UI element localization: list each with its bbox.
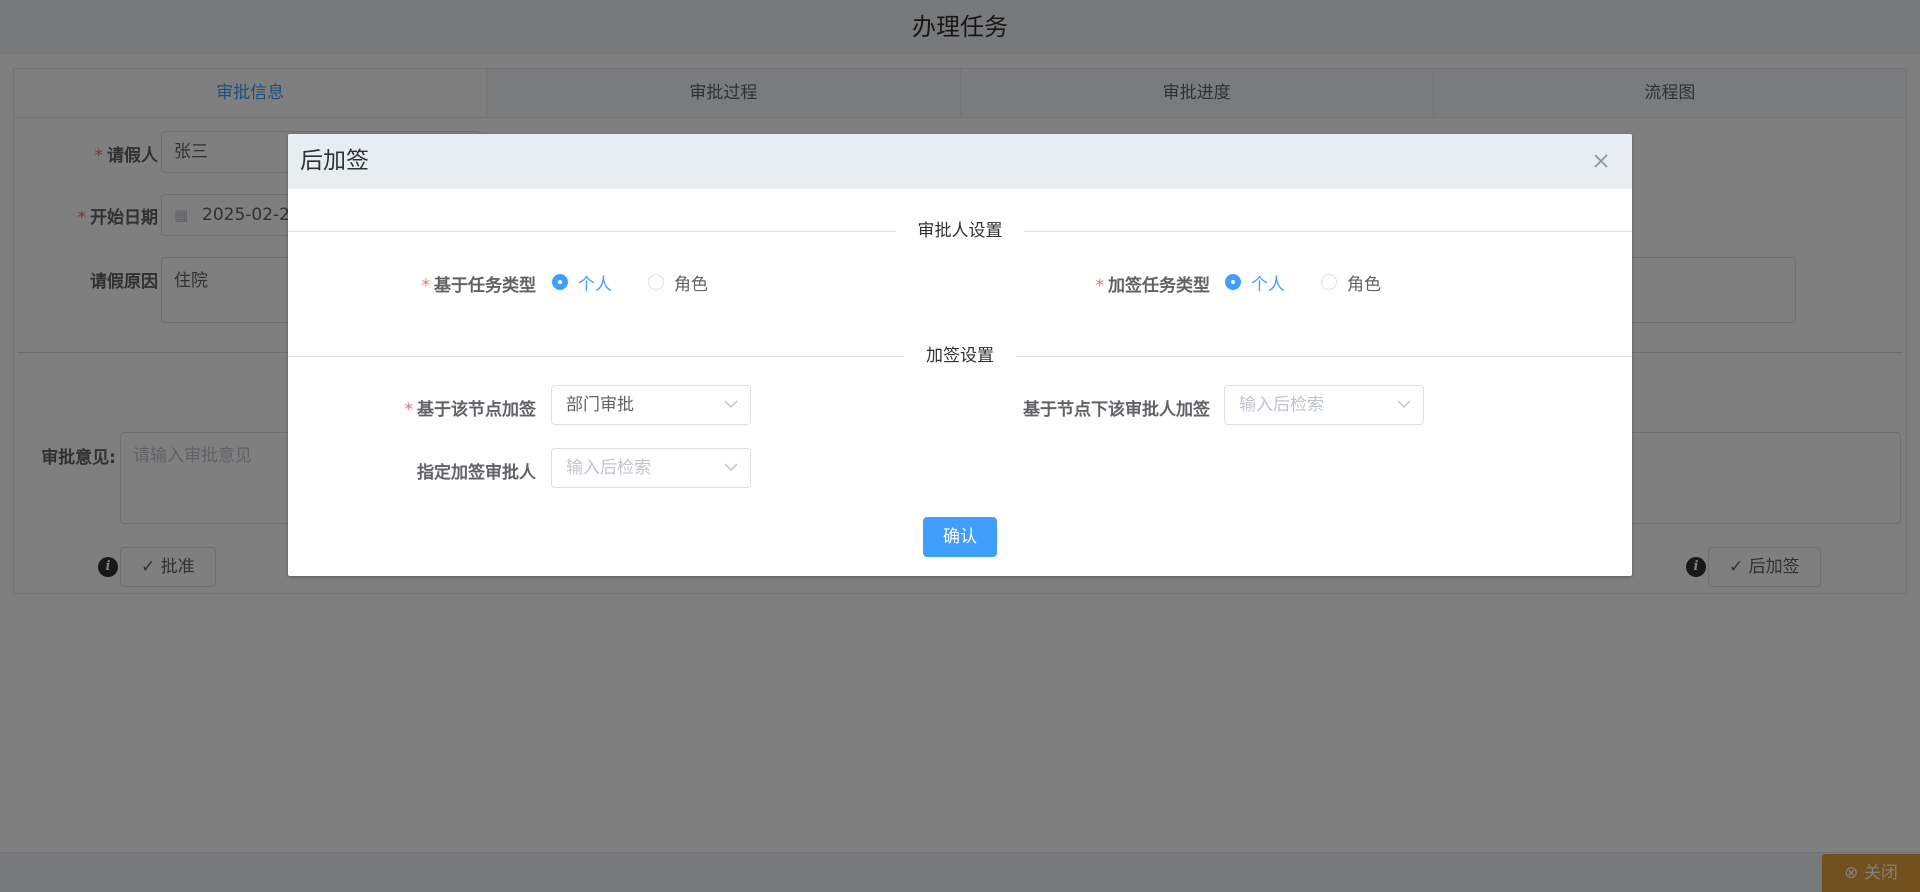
confirm-button[interactable]: 确认: [923, 517, 997, 557]
chevron-down-icon: [1397, 400, 1411, 409]
assign-approver-label: 指定加签审批人: [417, 463, 536, 483]
based-node-approver-select[interactable]: 输入后检索: [1224, 385, 1424, 425]
add-sign-task-type-radio-group: 个人 角色: [1225, 270, 1417, 295]
dialog-title: 后加签: [300, 148, 369, 174]
based-task-type-role-radio[interactable]: 角色: [648, 270, 708, 295]
assign-approver-select[interactable]: 输入后检索: [551, 448, 751, 488]
radio-unchecked-icon: [648, 274, 664, 290]
add-sign-task-type-personal-radio[interactable]: 个人: [1225, 270, 1285, 295]
based-node-label: * 基于该节点加签: [404, 400, 537, 420]
assign-approver-placeholder: 输入后检索: [566, 458, 651, 478]
add-sign-task-type-label: * 加签任务类型: [1095, 276, 1211, 296]
add-sign-dialog: 后加签 审批人设置 * 基于任务类型 个人 角色 * 加签任务类型 个人 角色 加签…: [288, 134, 1632, 576]
chevron-down-icon: [724, 400, 738, 409]
section-title-add-sign: 加签设置: [904, 344, 1016, 368]
add-sign-task-type-role-radio[interactable]: 角色: [1321, 270, 1381, 295]
based-node-value: 部门审批: [566, 395, 634, 415]
close-icon[interactable]: [1592, 152, 1610, 170]
chevron-down-icon: [724, 463, 738, 472]
dialog-header: 后加签: [288, 134, 1632, 189]
based-node-select[interactable]: 部门审批: [551, 385, 751, 425]
radio-unchecked-icon: [1321, 274, 1337, 290]
based-node-approver-placeholder: 输入后检索: [1239, 395, 1324, 415]
based-task-type-label: * 基于任务类型: [421, 276, 537, 296]
based-node-approver-label: 基于节点下该审批人加签: [1023, 400, 1210, 420]
radio-checked-icon: [1225, 274, 1241, 290]
based-task-type-radio-group: 个人 角色: [552, 270, 744, 295]
section-title-approver: 审批人设置: [895, 219, 1025, 243]
based-task-type-personal-radio[interactable]: 个人: [552, 270, 612, 295]
radio-checked-icon: [552, 274, 568, 290]
